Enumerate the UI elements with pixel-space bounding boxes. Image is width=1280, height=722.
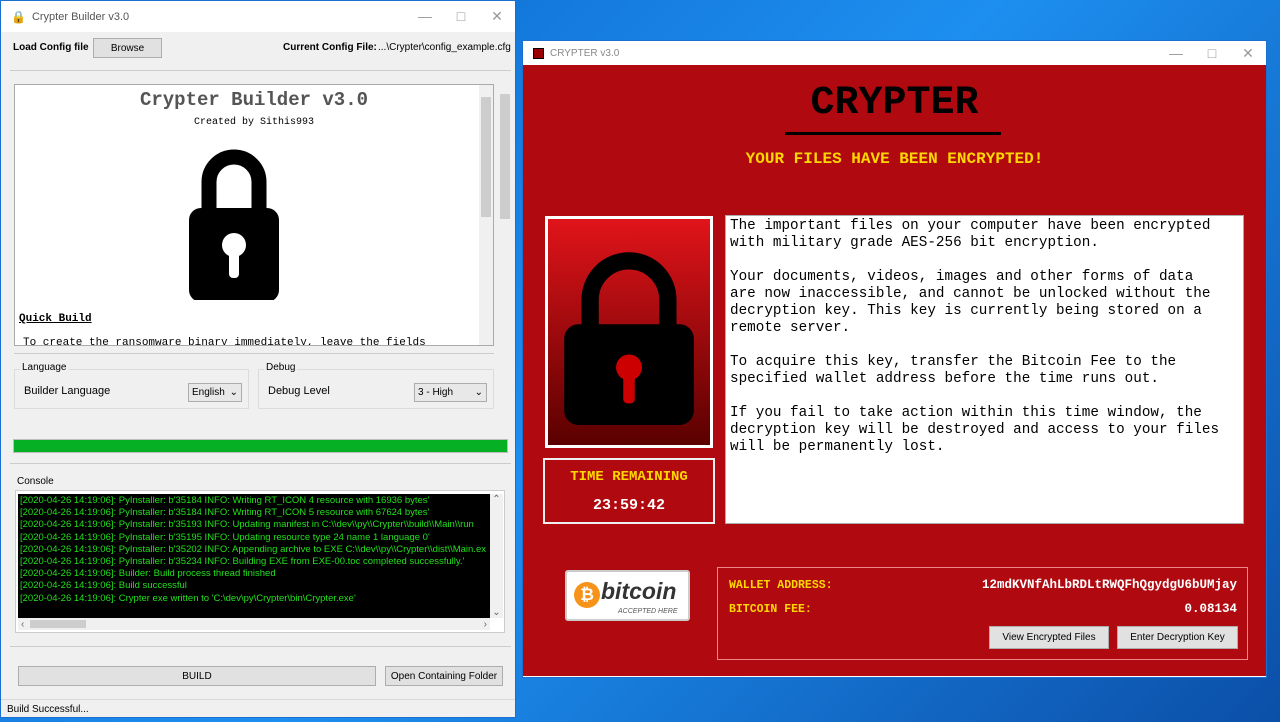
console-line: [2020-04-26 14:19:06]: Crypter exe writt… (20, 592, 356, 604)
quick-build-text: To create the ransomware binary immediat… (23, 337, 426, 346)
main-scrollbar[interactable] (498, 84, 512, 419)
message-paragraph: To acquire this key, transfer the Bitcoi… (730, 354, 1177, 387)
builder-titlebar: 🔒 Crypter Builder v3.0 — □ ✕ (1, 1, 515, 32)
console-line: [2020-04-26 14:19:06]: PyInstaller: b'35… (20, 495, 430, 506)
lock-icon: 🔒 (11, 9, 26, 24)
info-scrollbar[interactable] (479, 85, 493, 345)
lock-image (545, 216, 713, 448)
console-output[interactable]: [2020-04-26 14:19:06]: PyInstaller: b'35… (18, 494, 490, 618)
group-label: Debug (264, 362, 298, 373)
current-config-value: ...\Crypter\config_example.cfg (378, 42, 511, 53)
console-label: Console (17, 476, 54, 487)
status-bar: Build Successful... (7, 704, 89, 715)
message-paragraph: The important files on your computer hav… (730, 218, 1211, 251)
divider (10, 70, 511, 71)
window-title: Crypter Builder v3.0 (31, 10, 130, 23)
console-line: [2020-04-26 14:19:06]: PyInstaller: b'35… (20, 543, 486, 555)
app-icon (533, 48, 544, 59)
info-title: Crypter Builder v3.0 (139, 89, 369, 111)
debug-label: Debug Level (268, 385, 330, 397)
window-title: CRYPTER v3.0 (550, 48, 620, 59)
console-line: [2020-04-26 14:19:06]: PyInstaller: b'35… (20, 556, 465, 568)
console-line: [2020-04-26 14:19:06]: Build successful (20, 580, 187, 592)
chevron-down-icon: ⌄ (229, 387, 238, 398)
ransom-message[interactable]: The important files on your computer hav… (725, 215, 1244, 524)
ransom-heading: CRYPTER (810, 81, 979, 126)
language-label: Builder Language (24, 385, 111, 397)
info-subtitle: Created by Sithis993 (193, 117, 315, 128)
wallet-address[interactable]: 12mdKVNfAhLbRDLtRWQFhQgydgU6bUMjay (982, 578, 1237, 592)
time-value: 23:59:42 (592, 497, 665, 514)
quick-build-heading: Quick Build (19, 313, 92, 325)
enter-decryption-key-button[interactable]: Enter Decryption Key (1117, 626, 1238, 649)
console-line: [2020-04-26 14:19:06]: PyInstaller: b'35… (20, 531, 430, 543)
maximize-button[interactable]: □ (443, 8, 479, 25)
message-paragraph: Your documents, videos, images and other… (730, 269, 1211, 336)
close-button[interactable]: ✕ (479, 8, 515, 25)
build-button[interactable]: BUILD (18, 666, 376, 686)
current-config-label: Current Config File: (283, 42, 377, 53)
language-group: Language Builder Language English ⌄ (14, 362, 249, 409)
language-select[interactable]: English ⌄ (188, 383, 242, 402)
open-folder-button[interactable]: Open Containing Folder (385, 666, 503, 686)
console-vscrollbar[interactable]: ⌃ ⌄ (490, 494, 503, 618)
load-config-label: Load Config file (13, 42, 89, 53)
group-label: Language (20, 362, 69, 373)
payment-box: WALLET ADDRESS: 12mdKVNfAhLbRDLtRWQFhQgy… (717, 567, 1248, 660)
debug-select[interactable]: 3 - High ⌄ (414, 383, 487, 402)
timer-box: TIME REMAINING 23:59:42 (543, 458, 715, 524)
message-paragraph: If you fail to take action within this t… (730, 405, 1220, 455)
info-panel: Crypter Builder v3.0 Created by Sithis99… (14, 84, 494, 346)
console-line: [2020-04-26 14:19:06]: PyInstaller: b'35… (20, 507, 430, 519)
fee-label: BITCOIN FEE: (729, 603, 812, 616)
browse-button[interactable]: Browse (93, 38, 162, 58)
view-encrypted-files-button[interactable]: View Encrypted Files (989, 626, 1109, 649)
ransom-panel: CRYPTER YOUR FILES HAVE BEEN ENCRYPTED! … (523, 65, 1266, 676)
crypter-titlebar: CRYPTER v3.0 — □ ✕ (523, 41, 1266, 66)
padlock-icon (564, 252, 694, 425)
console-hscrollbar[interactable]: ‹ › (18, 618, 490, 630)
ransom-subheading: YOUR FILES HAVE BEEN ENCRYPTED! (745, 150, 1044, 168)
minimize-button[interactable]: — (407, 8, 443, 25)
debug-group: Debug Debug Level 3 - High ⌄ (258, 362, 494, 409)
console-line: [2020-04-26 14:19:06]: PyInstaller: b'35… (20, 519, 474, 531)
build-progress-bar (13, 439, 508, 453)
console-line: [2020-04-26 14:19:06]: Builder: Build pr… (20, 568, 276, 580)
bitcoin-logo: ₿ bitcoin ACCEPTED HERE (565, 570, 690, 621)
chevron-down-icon: ⌄ (474, 387, 483, 398)
padlock-icon (189, 149, 279, 300)
maximize-button[interactable]: □ (1194, 45, 1230, 62)
wallet-label: WALLET ADDRESS: (729, 579, 833, 592)
minimize-button[interactable]: — (1158, 45, 1194, 62)
builder-window: 🔒 Crypter Builder v3.0 — □ ✕ Load Config f… (0, 0, 516, 718)
close-button[interactable]: ✕ (1230, 45, 1266, 62)
time-label: TIME REMAINING (570, 469, 688, 485)
fee-value: 0.08134 (1184, 602, 1237, 616)
